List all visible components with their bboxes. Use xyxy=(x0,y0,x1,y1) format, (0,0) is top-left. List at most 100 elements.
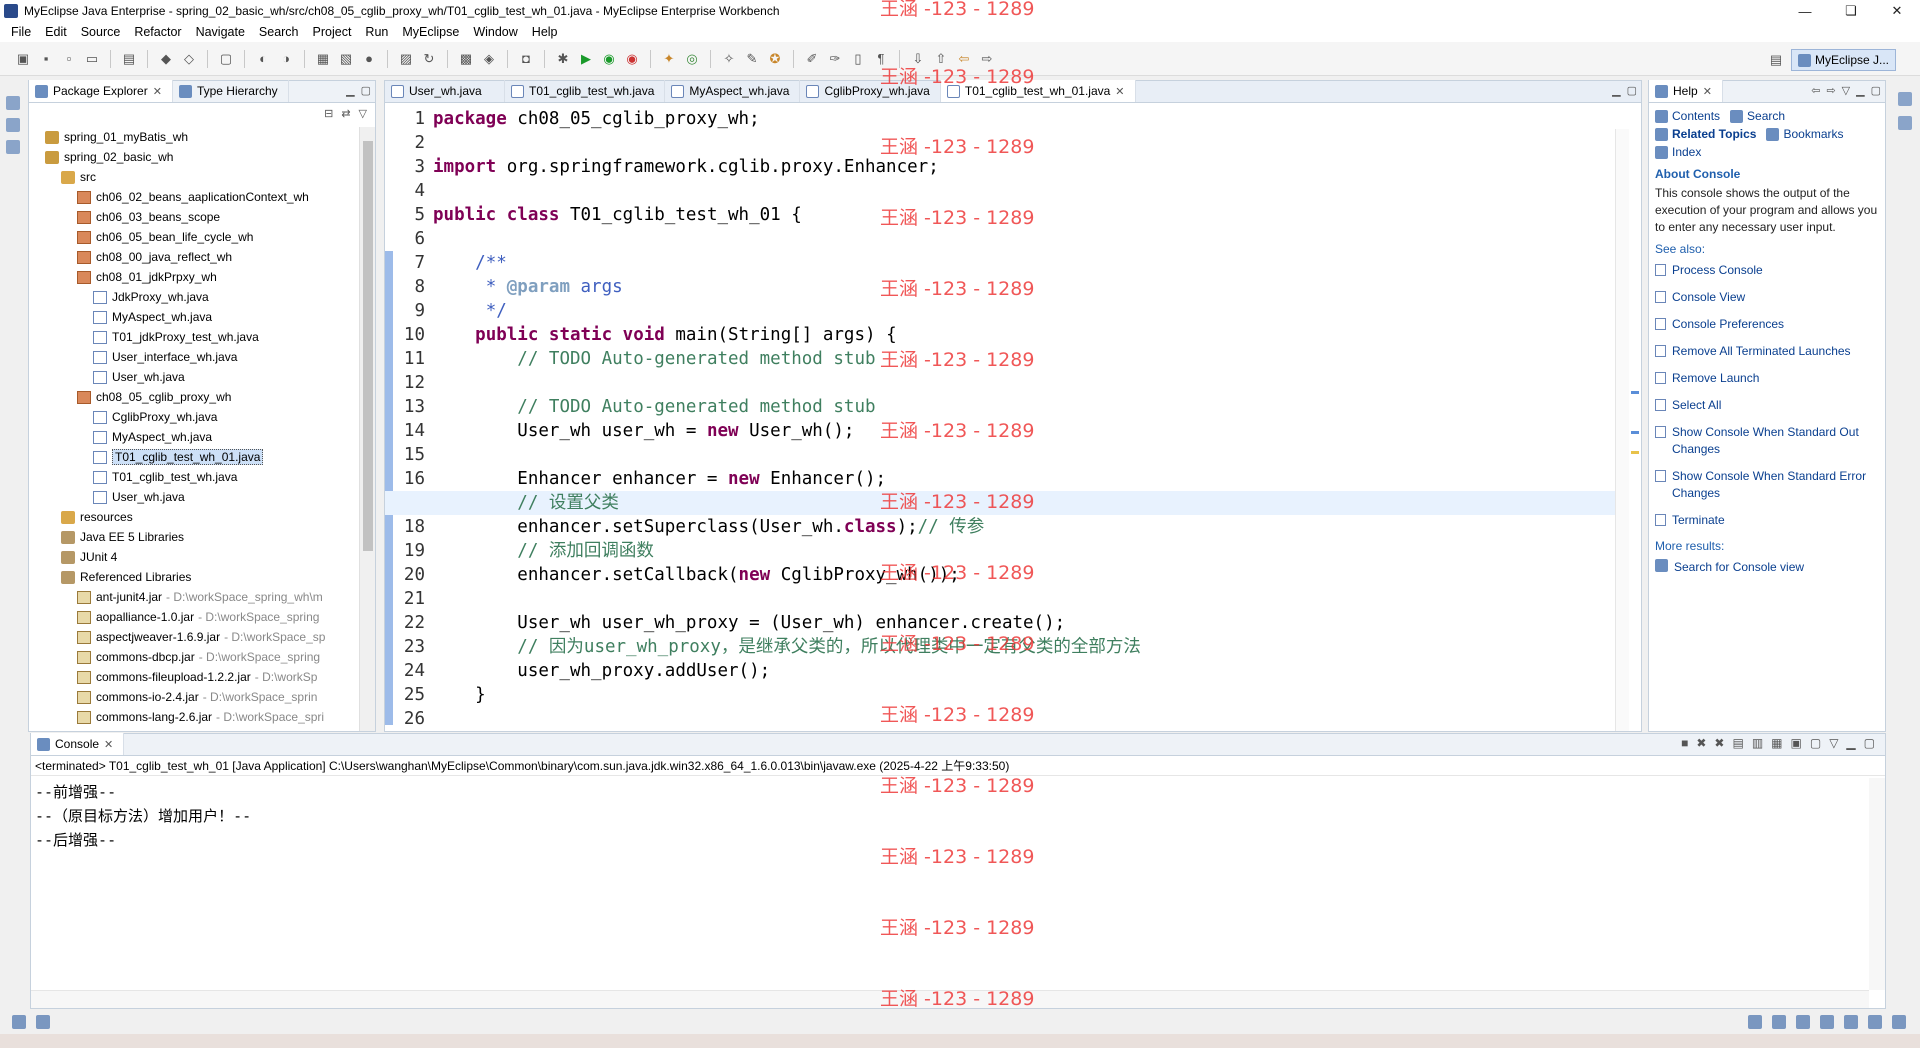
tree-item[interactable]: MyAspect_wh.java xyxy=(29,427,359,447)
new-icon[interactable]: ▣ xyxy=(14,51,32,67)
code-line[interactable] xyxy=(433,371,1601,395)
link-with-editor-icon[interactable]: ⇄ xyxy=(341,107,350,120)
menu-edit[interactable]: Edit xyxy=(38,25,74,39)
tab-type-hierarchy[interactable]: Type Hierarchy xyxy=(173,80,289,102)
outline-icon[interactable] xyxy=(36,1015,50,1029)
minimized-view-icon[interactable] xyxy=(6,140,20,154)
open-task-icon[interactable]: ✪ xyxy=(766,51,784,67)
close-button[interactable]: ✕ xyxy=(1874,0,1920,22)
task-marker[interactable] xyxy=(1631,391,1639,394)
warning-marker[interactable] xyxy=(1631,451,1639,454)
tree-item[interactable]: commons-lang-2.6.jar - D:\workSpace_spri xyxy=(29,707,359,727)
see-also-link[interactable]: Console View xyxy=(1655,289,1879,306)
pin-console-icon[interactable]: ▦ xyxy=(1771,736,1782,750)
open-console-icon[interactable]: ▢ xyxy=(1810,736,1821,750)
code-editor[interactable]: 1234567891011121314151617181920212223242… xyxy=(385,105,1641,731)
refresh-icon[interactable]: ↻ xyxy=(420,51,438,67)
tree-item[interactable]: T01_cglib_test_wh.java xyxy=(29,467,359,487)
tree-item[interactable]: Java EE 5 Libraries xyxy=(29,527,359,547)
code-line[interactable]: */ xyxy=(433,299,1601,323)
close-icon[interactable]: ✕ xyxy=(153,85,162,98)
package-tree-scrollbar[interactable] xyxy=(359,127,375,731)
menu-myeclipse[interactable]: MyEclipse xyxy=(395,25,466,39)
open-resource-icon[interactable]: ◇ xyxy=(180,51,198,67)
tree-item[interactable]: ch06_05_bean_life_cycle_wh xyxy=(29,227,359,247)
search-toolbar-icon[interactable]: ✎ xyxy=(743,51,761,67)
block-select-icon[interactable]: ▯ xyxy=(849,51,867,67)
editor-tab[interactable]: User_wh.java xyxy=(385,80,505,102)
tree-item[interactable]: T01_jdkProxy_test_wh.java xyxy=(29,327,359,347)
code-line[interactable]: User_wh user_wh_proxy = (User_wh) enhanc… xyxy=(433,611,1601,635)
tree-item[interactable]: spring_01_myBatis_wh xyxy=(29,127,359,147)
open-type-icon[interactable]: ◆ xyxy=(157,51,175,67)
debug-icon[interactable]: ✱ xyxy=(554,51,572,67)
tree-item[interactable]: commons-dbcp.jar - D:\workSpace_spring xyxy=(29,647,359,667)
code-line[interactable]: enhancer.setCallback(new CglibProxy_wh()… xyxy=(433,563,1601,587)
tree-item[interactable]: aopalliance-1.0.jar - D:\workSpace_spring xyxy=(29,607,359,627)
close-icon[interactable]: ✕ xyxy=(1703,85,1712,98)
webservice-icon[interactable]: ▧ xyxy=(337,51,355,67)
code-line[interactable]: // TODO Auto-generated method stub xyxy=(433,395,1601,419)
see-also-link[interactable]: Process Console xyxy=(1655,262,1879,279)
coverage-icon[interactable]: ◉ xyxy=(600,51,618,67)
restore-icon[interactable] xyxy=(6,96,20,110)
editor-tab[interactable]: T01_cglib_test_wh_01.java ✕ xyxy=(940,80,1136,102)
see-also-link[interactable]: Show Console When Standard Out Changes xyxy=(1655,424,1879,458)
editor-tab[interactable]: T01_cglib_test_wh.java xyxy=(505,80,666,102)
maximize-view-icon[interactable]: ▢ xyxy=(1864,736,1875,750)
code-line[interactable]: public class T01_cglib_test_wh_01 { xyxy=(433,203,1601,227)
code-line[interactable]: enhancer.setSuperclass(User_wh.class);//… xyxy=(433,515,1601,539)
minimized-view-icon[interactable] xyxy=(1844,1015,1858,1029)
tree-item[interactable]: ant-junit4.jar - D:\workSpace_spring_wh\m xyxy=(29,587,359,607)
close-icon[interactable]: ✕ xyxy=(1115,85,1124,98)
overview-ruler[interactable] xyxy=(1629,129,1641,731)
code-line[interactable] xyxy=(433,227,1601,251)
code-line[interactable]: // 添加回调函数 xyxy=(433,539,1601,563)
menu-navigate[interactable]: Navigate xyxy=(189,25,252,39)
new-server-icon[interactable]: ◐ xyxy=(254,51,272,67)
code-line[interactable] xyxy=(433,707,1601,731)
tree-item[interactable]: User_wh.java xyxy=(29,487,359,507)
tree-item[interactable]: JUnit 4 xyxy=(29,547,359,567)
console-vertical-scrollbar[interactable] xyxy=(1869,778,1885,990)
tree-item[interactable]: ch08_05_cglib_proxy_wh xyxy=(29,387,359,407)
tree-item[interactable]: User_interface_wh.java xyxy=(29,347,359,367)
code-line[interactable]: user_wh_proxy.addUser(); xyxy=(433,659,1601,683)
editor-scrollbar[interactable] xyxy=(1615,129,1629,731)
tab-console[interactable]: Console ✕ xyxy=(31,733,125,755)
code-line[interactable]: * @param args xyxy=(433,275,1601,299)
code-line[interactable] xyxy=(433,587,1601,611)
annotation-icon[interactable]: ✑ xyxy=(826,51,844,67)
menu-run[interactable]: Run xyxy=(358,25,395,39)
minimized-view-icon[interactable] xyxy=(1820,1015,1834,1029)
tree-item[interactable]: ch06_03_beans_scope xyxy=(29,207,359,227)
external-tools-icon[interactable]: ◉ xyxy=(623,51,641,67)
tree-item[interactable]: MyAspect_wh.java xyxy=(29,307,359,327)
see-also-link[interactable]: Terminate xyxy=(1655,512,1879,529)
forward-icon[interactable]: ⇨ xyxy=(1826,84,1835,97)
console-horizontal-scrollbar[interactable] xyxy=(31,990,1869,1008)
deploy-icon[interactable]: ◑ xyxy=(277,51,295,67)
help-link-search[interactable]: Search xyxy=(1730,109,1785,123)
code-line[interactable]: /** xyxy=(433,251,1601,275)
code-line[interactable] xyxy=(433,179,1601,203)
tree-item[interactable]: Referenced Libraries xyxy=(29,567,359,587)
tree-item[interactable]: commons-fileupload-1.2.2.jar - D:\workSp xyxy=(29,667,359,687)
open-perspective-icon[interactable]: ▤ xyxy=(1767,52,1785,68)
word-wrap-icon[interactable]: ▥ xyxy=(1752,736,1763,750)
prev-annotation-icon[interactable]: ⇧ xyxy=(932,51,950,67)
tree-item[interactable]: src xyxy=(29,167,359,187)
minimized-view-icon[interactable] xyxy=(6,118,20,132)
code-line[interactable] xyxy=(433,131,1601,155)
code-line[interactable]: import org.springframework.cglib.proxy.E… xyxy=(433,155,1601,179)
terminate-icon[interactable]: ■ xyxy=(1681,736,1688,750)
minimize-view-icon[interactable]: ▁ xyxy=(346,84,354,97)
code-line[interactable]: User_wh user_wh = new User_wh(); xyxy=(433,419,1601,443)
see-also-link[interactable]: Show Console When Standard Error Changes xyxy=(1655,468,1879,502)
show-whitespace-icon[interactable]: ¶ xyxy=(872,51,890,67)
minimize-editor-icon[interactable]: ▁ xyxy=(1612,84,1620,97)
maximize-button[interactable]: ❏ xyxy=(1828,0,1874,22)
open-type-hierarchy-icon[interactable]: ✧ xyxy=(720,51,738,67)
tree-item[interactable]: T01_cglib_test_wh_01.java xyxy=(29,447,359,467)
search-for-console-link[interactable]: Search for Console view xyxy=(1655,559,1879,576)
